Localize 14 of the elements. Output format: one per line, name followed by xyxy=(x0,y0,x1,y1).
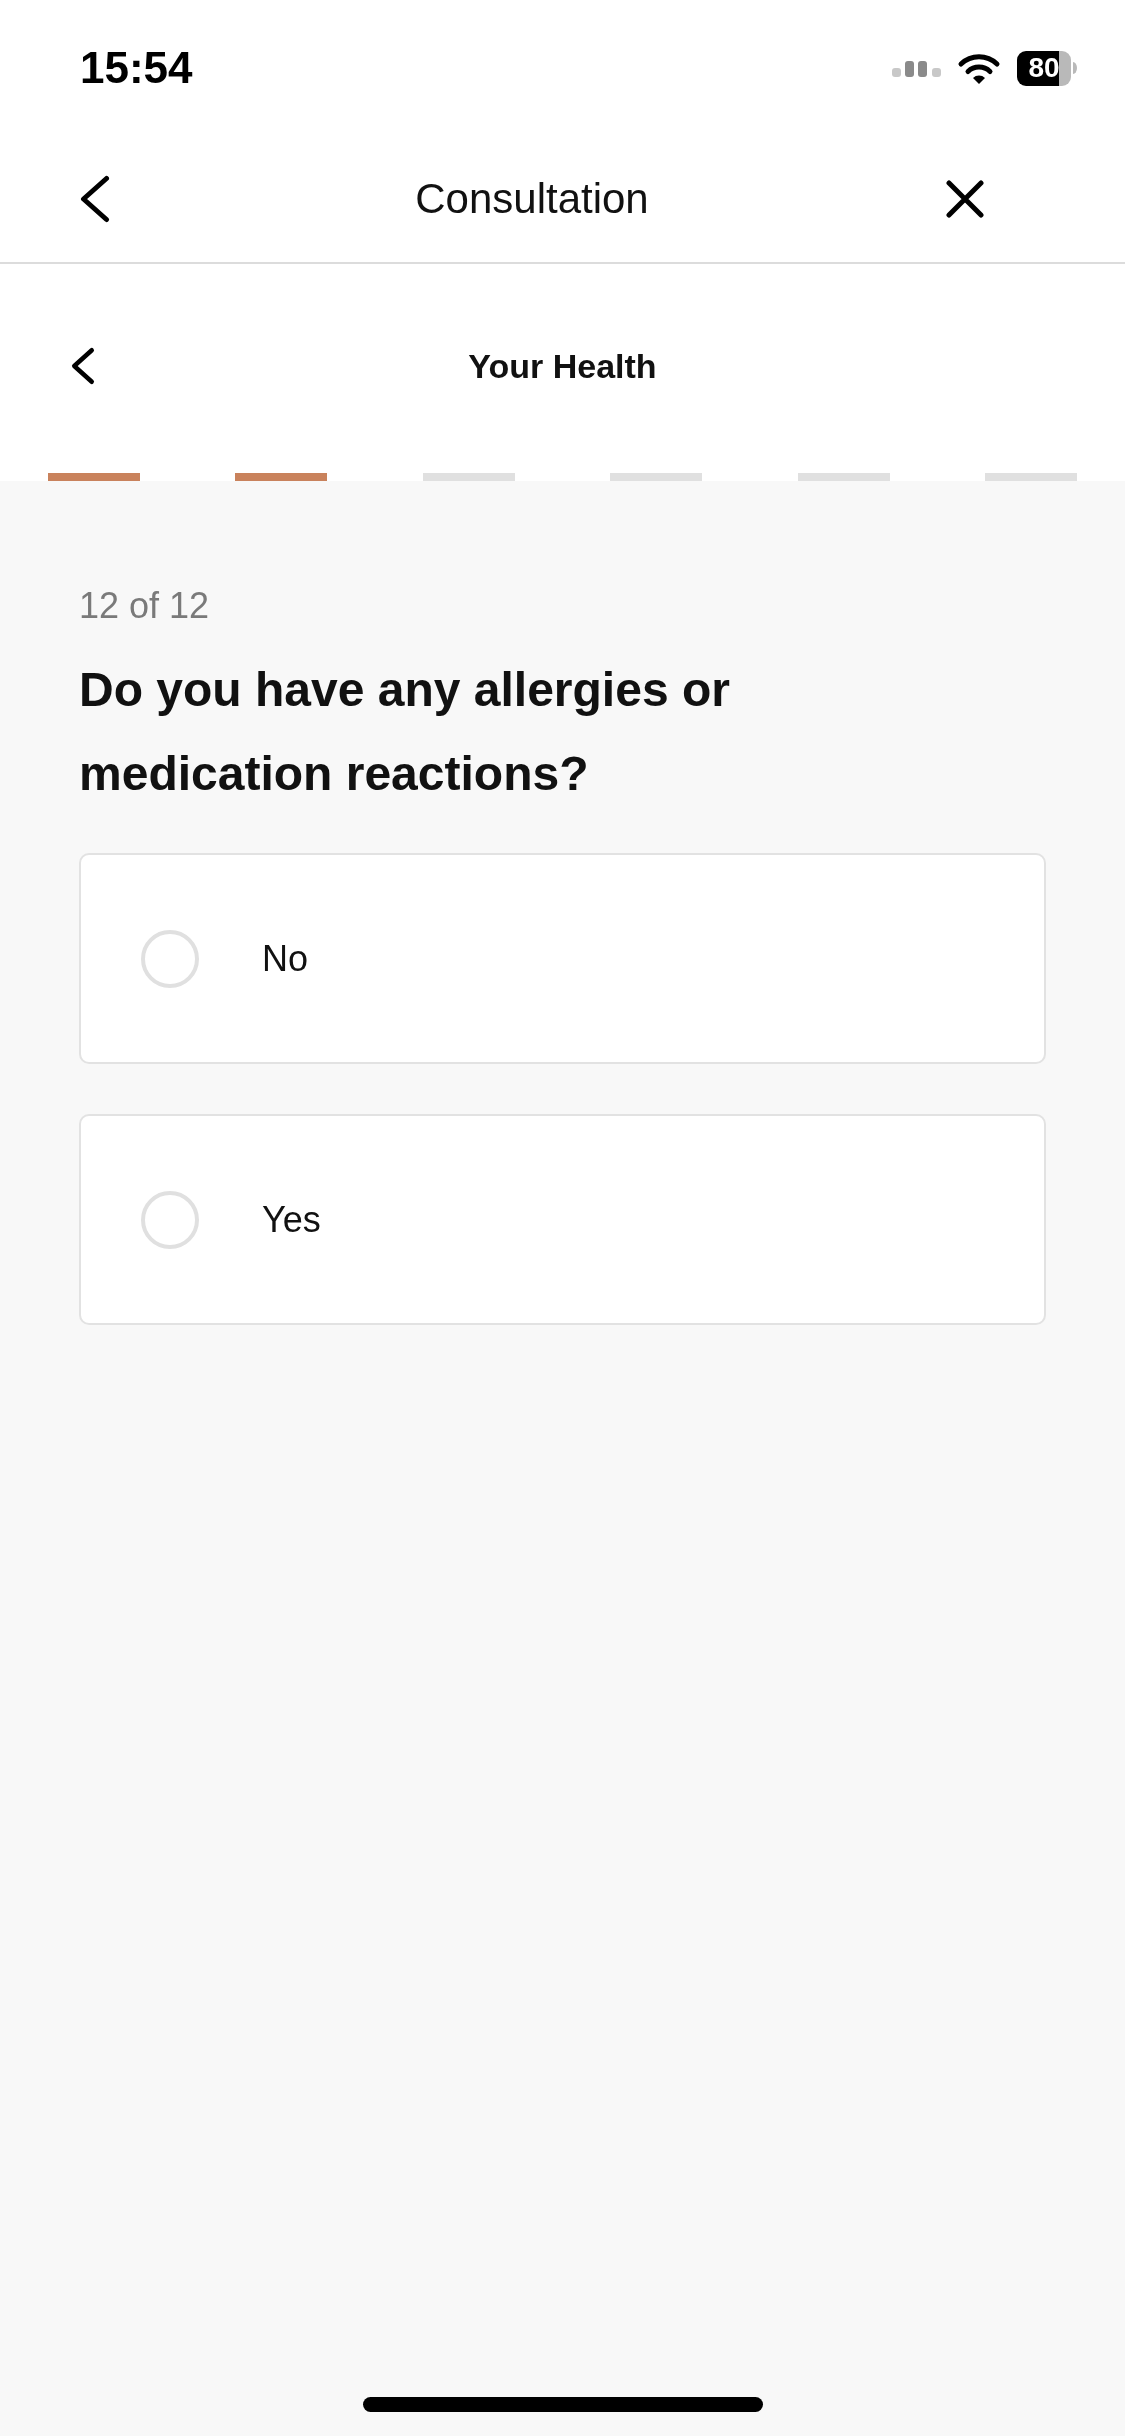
battery-cap-icon xyxy=(1073,62,1077,74)
chevron-left-icon xyxy=(71,347,95,385)
section-title: Your Health xyxy=(468,346,657,386)
status-time: 15:54 xyxy=(80,43,193,93)
signal-icon xyxy=(892,59,941,77)
screen-title: Consultation xyxy=(415,175,649,223)
answer-option[interactable]: No xyxy=(79,853,1046,1064)
chevron-left-icon xyxy=(80,175,110,223)
answer-option[interactable]: Yes xyxy=(79,1114,1046,1325)
wifi-icon xyxy=(957,51,1001,85)
close-icon xyxy=(946,180,984,218)
battery-percentage: 80 xyxy=(1017,50,1071,86)
question-text: Do you have any allergies or medication reactions? xyxy=(79,662,731,802)
question-counter: 12 of 12 xyxy=(79,584,211,628)
